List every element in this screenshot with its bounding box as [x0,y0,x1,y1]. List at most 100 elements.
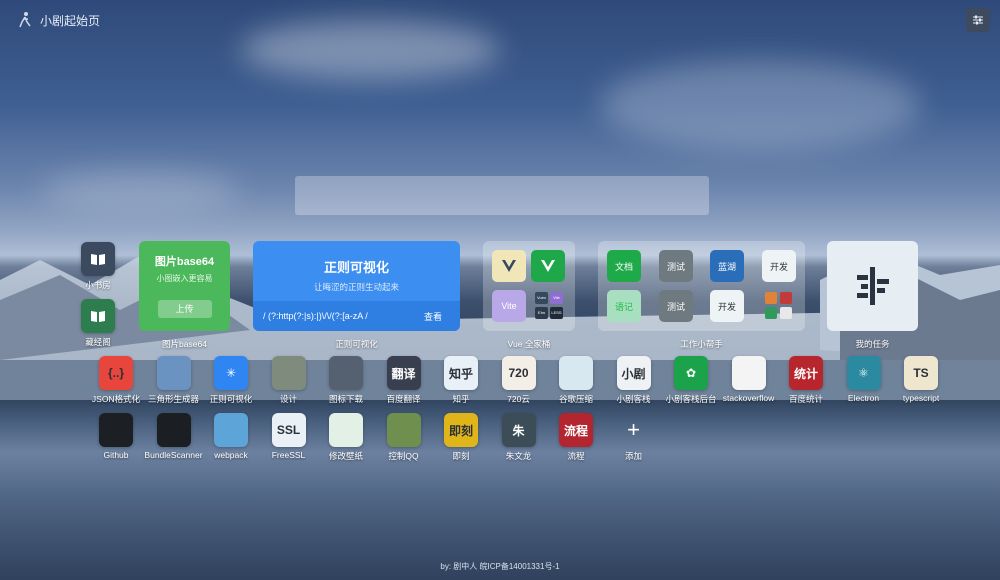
vue-icon [531,250,565,282]
tile-label: 工作小帮手 [680,339,723,349]
app-icon [214,413,248,447]
app-icon: 知乎 [444,356,478,390]
book-icon [81,242,115,276]
tile-label: 藏经阁 [85,337,111,347]
app-icon [765,292,777,304]
card-subtitle: 让晦涩的正则生动起来 [313,282,399,292]
kanban-icon [856,267,889,305]
app-icon [765,307,777,319]
shortcut-tile[interactable]: 藏经阁 [80,299,116,348]
tile-label: 知乎 [452,394,470,404]
cloud-decoration [40,170,240,210]
tile-label: 修改壁纸 [328,451,363,461]
app-icon [780,307,792,319]
upload-button[interactable]: 上传 [157,300,212,318]
app-icon: 翻译 [386,356,421,390]
tile-label: 流程 [567,451,585,461]
tile-label: 小剧客栈 [616,394,651,404]
tile-label: 我的任务 [855,339,890,349]
sliders-icon [973,15,983,25]
tile-label: Electron [847,393,880,403]
card-title: 图片base64 [154,256,215,268]
less-icon: LESS [550,307,563,319]
tile-label: typescript [902,393,940,403]
book-icon [81,299,115,333]
tile-label: 图片base64 [162,339,207,349]
app-icon: TS [904,356,938,390]
app-icon [559,356,593,390]
doc-shortcut: 文档 [607,250,641,282]
cloud-decoration [600,60,920,150]
app-icon [156,413,191,447]
tile-label: 设计 [279,394,297,404]
tile-label: 正则可视化 [209,394,253,404]
tile-label: 720云 [507,394,530,404]
app-icon [386,413,421,447]
tile-label: 朱文龙 [505,451,532,461]
app-icon [731,356,766,390]
shortcut-tile[interactable]: + 添加 [596,413,672,462]
card-subtitle: 小图嵌入更容易 [156,274,213,283]
app-icon: 朱 [501,413,536,447]
search-input[interactable] [295,176,709,215]
app-icon [780,292,792,304]
tasks-card[interactable] [827,241,918,331]
notes-shortcut: 语记 [607,290,641,322]
tile-label: 添加 [624,451,642,461]
tile-label: 即刻 [452,451,470,461]
regex-bar: / (?:http(?:|s):|)\/\/(?:[a-zA / 查看 [253,301,460,331]
card-title: 正则可视化 [323,260,389,275]
cloud-decoration [240,20,500,80]
vuex-icon: Vuex [535,292,548,304]
base64-card[interactable]: 图片base64 小图嵌入更容易 上传 [139,241,230,331]
app-icon: SSL [271,413,306,447]
app-icon: ✿ [674,356,708,390]
vite-icon: Vite [492,290,526,322]
app-icon [271,356,306,390]
dev-shortcut: 开发 [710,290,744,322]
vue-folder[interactable]: Vite Vuex Vite Elm LESS [483,241,575,331]
tile-label: 三角形生成器 [147,394,199,404]
tile-label: webpack [214,450,248,460]
tile-label: 控制QQ [388,451,419,461]
app-icon: {..} [99,356,133,390]
site-title[interactable]: 小剧起始页 [40,12,100,29]
test-shortcut: 测试 [659,250,693,282]
tile-label: 百度翻译 [386,394,421,404]
footer-text: by: 剧中人 皖ICP备14001331号-1 [440,562,560,571]
site-header: 小剧起始页 [18,11,100,29]
test-shortcut: 测试 [659,290,693,322]
app-icon [329,413,363,447]
view-button[interactable]: 查看 [424,310,442,323]
tile-label: 百度统计 [788,394,823,404]
settings-button[interactable] [966,8,990,32]
tile-label: 小剧客栈后台 [665,394,717,404]
elm-icon: Elm [535,307,548,319]
app-icon [329,356,363,390]
vite-icon: Vite [550,292,563,304]
tile-label: JSON格式化 [91,394,141,404]
app-icon: ✳ [214,356,248,390]
runner-logo-icon[interactable] [18,11,32,29]
work-helper-folder[interactable]: 文档 测试 蓝湖 开发 语记 测试 开发 [598,241,805,331]
tile-label: Github [103,450,129,460]
app-icon: 小剧 [616,356,651,390]
lanhu-shortcut: 蓝湖 [710,250,744,282]
tile-label: 图标下载 [328,394,363,404]
app-icon [156,356,191,390]
app-icon: + [627,417,640,442]
tile-label: 正则可视化 [335,339,378,349]
regex-card[interactable]: 正则可视化 让晦涩的正则生动起来 / (?:http(?:|s):|)\/\/(… [253,241,460,331]
tile-label: 谷歌压缩 [558,394,593,404]
app-icon [99,413,133,447]
shortcut-tile[interactable]: TS typescript [883,356,959,403]
tile-label: stackoverflow [722,393,775,403]
tile-label: 小书房 [85,280,111,290]
shortcut-tile[interactable]: 小书房 [80,242,116,291]
regex-expression[interactable]: / (?:http(?:|s):|)\/\/(?:[a-zA / [263,311,424,321]
app-icon: ⚛ [846,356,881,390]
app-icon: 即刻 [444,413,478,447]
app-icon: 720 [501,356,536,390]
dev-shortcut: 开发 [762,250,796,282]
tile-label: FreeSSL [271,450,306,460]
